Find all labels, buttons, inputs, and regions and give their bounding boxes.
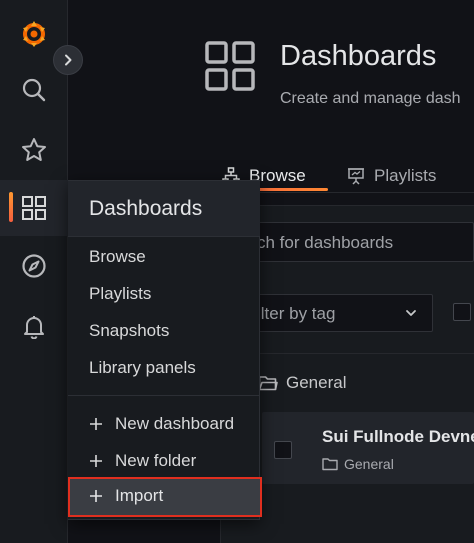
dashboard-folder-name: General — [344, 456, 394, 472]
dashboard-folder-tag: General — [322, 456, 394, 472]
plus-icon — [90, 418, 102, 430]
chevron-right-icon — [65, 54, 72, 66]
chevron-down-icon — [406, 310, 416, 316]
menu-item-new-dashboard[interactable]: New dashboard — [89, 414, 234, 434]
page-title: Dashboards — [280, 40, 437, 72]
presentation-icon — [348, 168, 364, 185]
new-dashboard-label: New dashboard — [115, 414, 235, 433]
new-folder-label: New folder — [115, 451, 197, 470]
search-dashboards-input[interactable]: ch for dashboards — [240, 222, 474, 262]
starred-filter-checkbox[interactable] — [453, 303, 471, 321]
folder-open-icon — [258, 375, 278, 390]
grafana-logo-icon[interactable] — [18, 18, 50, 50]
alerting-bell-icon[interactable] — [18, 310, 50, 342]
tab-playlists-label: Playlists — [374, 166, 437, 185]
row-checkbox[interactable] — [274, 441, 292, 459]
menu-item-new-folder[interactable]: New folder — [89, 451, 196, 471]
menu-item-playlists[interactable]: Playlists — [89, 284, 151, 304]
star-icon[interactable] — [18, 134, 50, 166]
active-item-indicator — [9, 192, 13, 222]
dashboard-list-item[interactable]: Sui Fullnode Devnet General — [262, 412, 474, 484]
tab-playlists[interactable]: Playlists — [347, 158, 436, 194]
menu-item-snapshots[interactable]: Snapshots — [89, 321, 169, 341]
menu-item-library-panels[interactable]: Library panels — [89, 358, 196, 378]
sidebar-expand-button[interactable] — [53, 45, 83, 75]
menu-item-import[interactable]: Import — [89, 486, 163, 506]
plus-icon — [90, 490, 102, 502]
explore-compass-icon[interactable] — [18, 250, 50, 282]
dashboards-flyout-menu: Dashboards Browse Playlists Snapshots Li… — [68, 180, 260, 520]
search-icon[interactable] — [18, 74, 50, 106]
plus-icon — [90, 455, 102, 467]
menu-divider — [68, 395, 260, 396]
dashboard-title[interactable]: Sui Fullnode Devnet — [322, 427, 474, 447]
tag-filter-placeholder: ilter by tag — [257, 304, 336, 323]
dashboards-grid-icon[interactable] — [18, 192, 50, 224]
tag-filter-select[interactable]: ilter by tag — [240, 294, 433, 332]
folder-icon — [322, 458, 338, 471]
sidebar-nav — [0, 0, 68, 543]
dashboards-header-icon — [204, 40, 256, 97]
flyout-header[interactable]: Dashboards — [68, 181, 260, 237]
page-subtitle: Create and manage dash — [280, 90, 461, 107]
import-label: Import — [115, 486, 164, 505]
folder-name: General — [286, 372, 347, 392]
menu-item-browse[interactable]: Browse — [89, 247, 146, 267]
